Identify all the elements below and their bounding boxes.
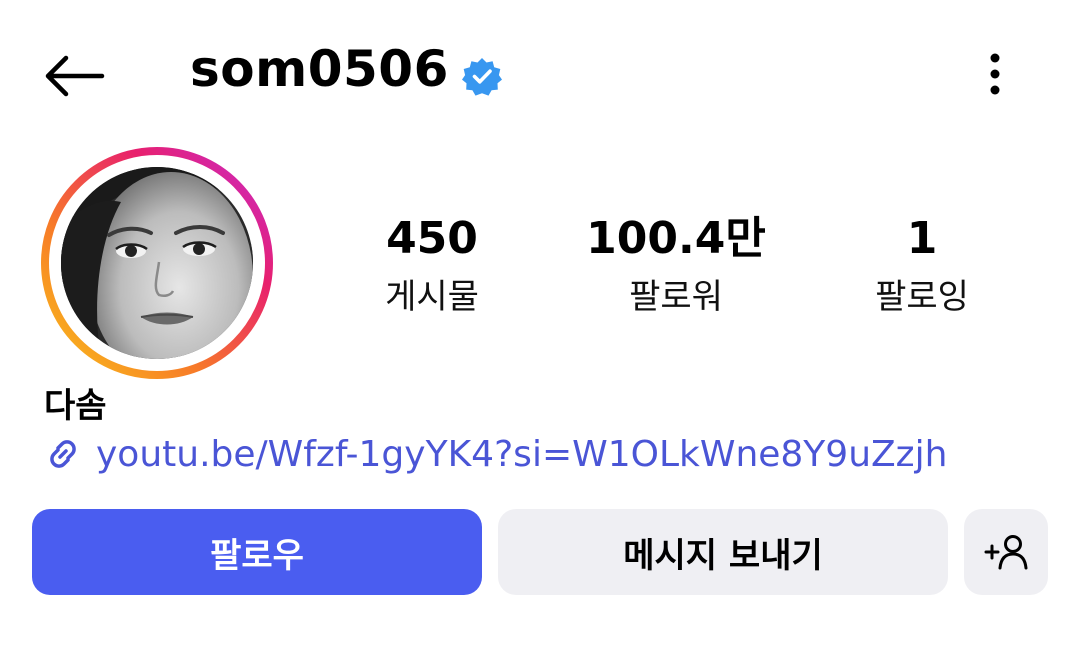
posts-count: 450 <box>386 213 478 264</box>
add-person-icon <box>984 535 1028 570</box>
message-button[interactable]: 메시지 보내기 <box>498 509 948 595</box>
link-icon <box>50 440 76 468</box>
follow-button-label: 팔로우 <box>210 535 304 576</box>
suggested-users-button[interactable] <box>964 509 1048 595</box>
back-button[interactable] <box>40 50 108 102</box>
profile-link[interactable]: youtu.be/Wfzf-1gyYK4?si=W1OLkWne8Y9uZzjh <box>42 428 947 480</box>
avatar-portrait-image <box>61 167 253 359</box>
followers-label: 팔로워 <box>629 277 723 317</box>
stat-posts[interactable]: 450 게시물 <box>322 210 542 320</box>
following-label: 팔로잉 <box>875 277 969 317</box>
profile-username: som0506 <box>190 40 449 98</box>
profile-avatar[interactable] <box>61 167 253 359</box>
verified-badge-icon <box>462 58 502 96</box>
posts-label: 게시물 <box>385 277 479 317</box>
follow-button[interactable]: 팔로우 <box>32 509 482 595</box>
more-options-button[interactable] <box>975 50 1015 100</box>
stat-followers[interactable]: 100.4만 팔로워 <box>566 210 786 320</box>
message-button-label: 메시지 보내기 <box>623 535 823 576</box>
stat-following[interactable]: 1 팔로잉 <box>812 210 1032 320</box>
link-text: youtu.be/Wfzf-1gyYK4?si=W1OLkWne8Y9uZzjh <box>96 433 948 475</box>
profile-header: som0506 <box>0 0 1080 150</box>
followers-count: 100.4만 <box>586 213 766 264</box>
arrow-left-icon <box>45 55 105 97</box>
display-name: 다솜 <box>44 386 107 426</box>
following-count: 1 <box>906 213 938 264</box>
more-vertical-icon <box>990 53 1000 95</box>
